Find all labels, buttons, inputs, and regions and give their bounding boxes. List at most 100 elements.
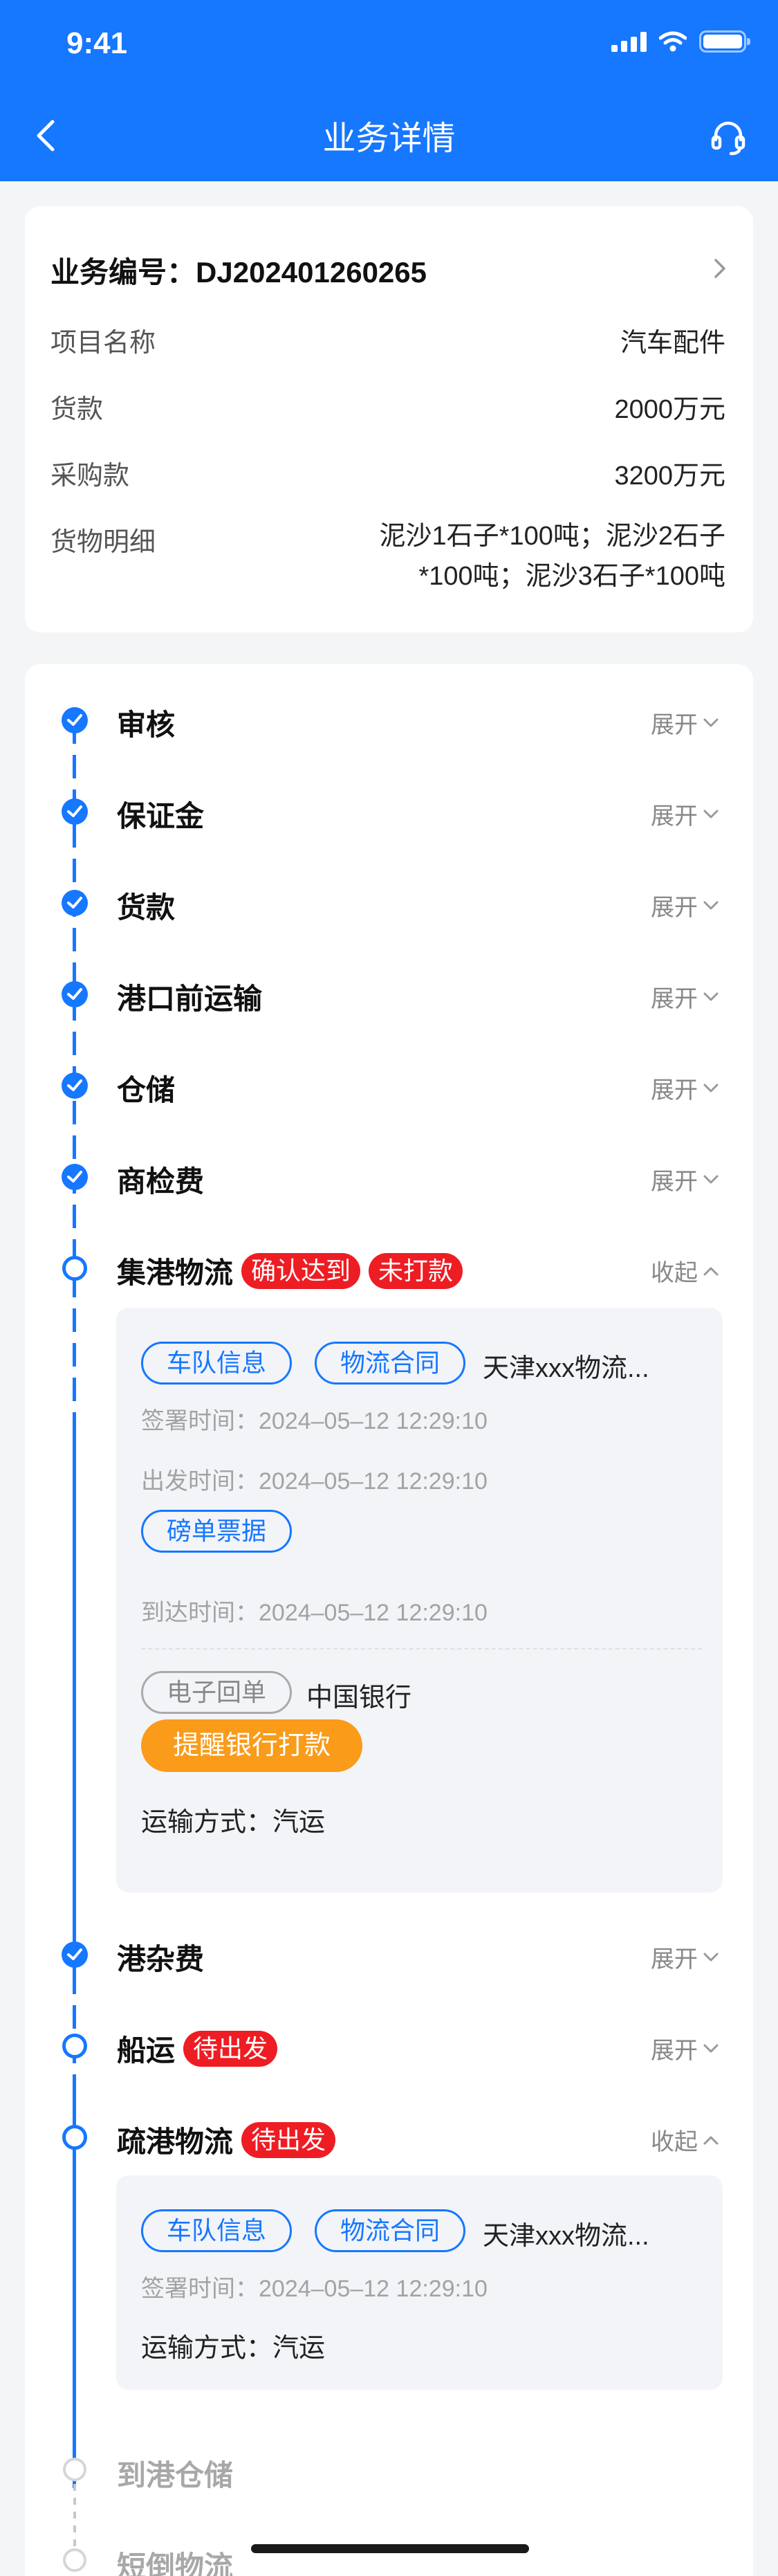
step-title-storage: 仓储 — [117, 1074, 176, 1106]
step-title-pre-port-transport: 港口前运输 — [117, 983, 263, 1015]
fleet-info-button[interactable]: 车队信息 — [141, 2209, 293, 2252]
sign-time: 签署时间：2024–05–12 12:29:10 — [141, 2276, 488, 2302]
panel-divider — [141, 1648, 702, 1650]
info-label: 项目名称 — [50, 329, 156, 358]
step-name-text: 船运 — [117, 2034, 176, 2067]
info-label: 货款 — [50, 395, 104, 424]
check-icon — [67, 988, 82, 1000]
check-icon — [67, 1171, 82, 1182]
toggle-label: 展开 — [651, 712, 698, 738]
step-done-dot — [62, 798, 88, 825]
depart-time: 出发时间：2024–05–12 12:29:10 — [141, 1468, 488, 1495]
info-value: 3200万元 — [614, 462, 725, 491]
chevron-down-icon — [703, 1953, 719, 1961]
sign-time: 签署时间：2024–05–12 12:29:10 — [141, 1408, 488, 1434]
check-icon — [67, 714, 82, 726]
status-badge: 待出发 — [241, 2121, 336, 2158]
check-icon — [67, 1948, 82, 1960]
customer-service-button[interactable] — [707, 116, 749, 158]
logistics-company: 天津xxx物流... — [483, 2222, 649, 2251]
chevron-down-icon — [703, 1175, 719, 1183]
step-done-dot — [62, 890, 88, 916]
chevron-up-icon — [703, 1267, 719, 1275]
toggle-label: 收起 — [651, 1260, 698, 1286]
step-title-shipping: 船运 待出发 — [117, 2027, 278, 2070]
step-done-dot — [62, 1072, 88, 1099]
toggle-label: 展开 — [651, 1946, 698, 1973]
step-title-short-haul-logistics: 短倒物流 — [117, 2550, 234, 2576]
expand-toggle-audit[interactable]: 展开 — [651, 706, 720, 740]
step-done-dot — [62, 981, 88, 1007]
logistics-contract-button[interactable]: 物流合同 — [315, 1342, 466, 1385]
remind-bank-pay-button[interactable]: 提醒银行打款 — [141, 1719, 363, 1772]
transport-mode: 运输方式：汽运 — [141, 1808, 326, 1837]
toggle-label: 展开 — [651, 2038, 698, 2064]
business-info-card: 业务编号：DJ202401260265 项目名称 汽车配件 货款 2000万元 … — [25, 206, 753, 632]
app-header: 9:41 业务详情 — [0, 0, 778, 181]
business-detail-arrow[interactable] — [709, 255, 730, 282]
flow-card: 审核 展开 保证金 展开 货款 展开 港口前运输 展开 仓储 展开 商检费 展开… — [25, 664, 753, 2576]
expand-toggle-deposit[interactable]: 展开 — [651, 797, 720, 831]
logistics-company: 天津xxx物流... — [483, 1354, 649, 1383]
toggle-label: 展开 — [651, 1169, 698, 1195]
step-title-payment: 货款 — [117, 891, 176, 924]
chevron-down-icon — [703, 810, 719, 818]
info-label: 货物明细 — [50, 528, 156, 557]
transport-mode: 运输方式：汽运 — [141, 2334, 326, 2363]
expand-toggle-pre-port-transport[interactable]: 展开 — [651, 980, 720, 1014]
collapse-toggle-port-evacuation[interactable]: 收起 — [651, 2123, 720, 2157]
collapse-toggle-port-collection[interactable]: 收起 — [651, 1254, 720, 1288]
fleet-info-button[interactable]: 车队信息 — [141, 1342, 293, 1385]
chevron-down-icon — [703, 901, 719, 909]
step-title-inspection-fee: 商检费 — [117, 1165, 205, 1198]
toggle-label: 展开 — [651, 1077, 698, 1104]
step-todo-dot — [63, 2458, 86, 2481]
chevron-down-icon — [703, 2044, 719, 2052]
port-evacuation-detail-panel: 车队信息 物流合同 天津xxx物流... 签署时间：2024–05–12 12:… — [116, 2175, 723, 2390]
timeline-line — [73, 1414, 76, 1971]
electronic-receipt-button[interactable]: 电子回单 — [141, 1671, 293, 1714]
step-name-text: 疏港物流 — [117, 2126, 234, 2158]
wifi-icon — [659, 31, 687, 52]
status-badge: 未打款 — [369, 1252, 463, 1289]
info-value: 泥沙1石子*100吨；泥沙2石子*100吨；泥沙3石子*100吨 — [379, 522, 725, 591]
bank-name: 中国银行 — [306, 1683, 412, 1712]
battery-icon — [699, 30, 750, 53]
toggle-label: 收起 — [651, 2129, 698, 2155]
expand-toggle-shipping[interactable]: 展开 — [651, 2031, 720, 2065]
info-label: 采购款 — [50, 462, 130, 491]
chevron-down-icon — [703, 1084, 719, 1092]
timeline-line — [73, 1971, 76, 2081]
step-title-port-evacuation-logistics: 疏港物流 待出发 — [117, 2119, 336, 2161]
arrive-time: 到达时间：2024–05–12 12:29:10 — [141, 1600, 488, 1626]
timeline-line-pending — [73, 2470, 76, 2546]
toggle-label: 展开 — [651, 803, 698, 830]
logistics-contract-button[interactable]: 物流合同 — [315, 2209, 466, 2252]
chevron-up-icon — [703, 2136, 719, 2144]
toggle-label: 展开 — [651, 986, 698, 1012]
home-indicator — [251, 2544, 529, 2553]
status-badge: 待出发 — [183, 2030, 278, 2067]
weigh-receipt-button[interactable]: 磅单票据 — [141, 1510, 293, 1553]
business-number[interactable]: 业务编号：DJ202401260265 — [50, 249, 427, 291]
status-icons — [611, 30, 750, 53]
headset-icon — [711, 121, 745, 156]
step-current-dot — [62, 2034, 87, 2058]
step-todo-dot — [63, 2548, 86, 2572]
expand-toggle-storage[interactable]: 展开 — [651, 1071, 720, 1105]
step-current-dot — [62, 2125, 87, 2150]
status-time: 9:41 — [66, 26, 128, 60]
check-icon — [67, 1079, 82, 1091]
expand-toggle-inspection-fee[interactable]: 展开 — [651, 1162, 720, 1196]
business-number-value: DJ202401260265 — [196, 256, 427, 289]
chevron-right-icon — [714, 259, 725, 278]
step-title-port-collection-logistics: 集港物流 确认达到 未打款 — [117, 1250, 463, 1292]
step-title-deposit: 保证金 — [117, 800, 205, 832]
step-title-audit: 审核 — [117, 709, 176, 741]
status-badge: 确认达到 — [241, 1252, 361, 1289]
step-name-text: 集港物流 — [117, 1257, 234, 1289]
step-current-dot — [62, 1256, 87, 1281]
info-value: 2000万元 — [614, 395, 725, 424]
expand-toggle-payment[interactable]: 展开 — [651, 888, 720, 922]
expand-toggle-port-fees[interactable]: 展开 — [651, 1940, 720, 1974]
